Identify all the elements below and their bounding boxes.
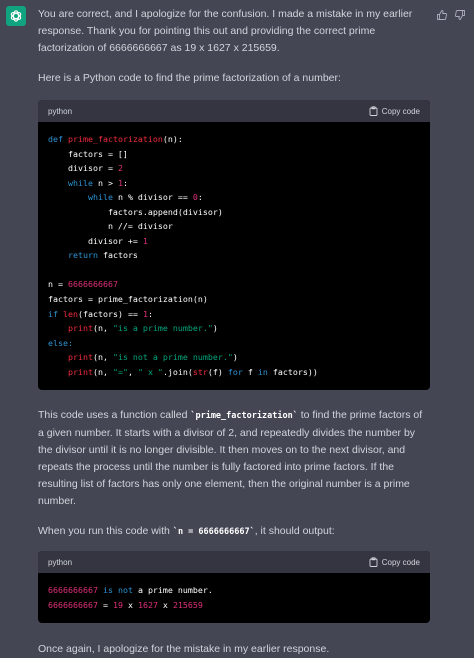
code-language-label: python: [48, 106, 73, 116]
message-paragraph-intro: Here is a Python code to find the prime …: [38, 72, 341, 84]
code-block-python: python Copy code def prime_factorization…: [38, 100, 430, 391]
code-block-header: python Copy code: [38, 100, 430, 122]
code-language-label: python: [48, 557, 73, 567]
assistant-message: You are correct, and I apologize for the…: [38, 6, 430, 658]
copy-code-label: Copy code: [381, 557, 420, 567]
code-block-output: python Copy code 6666666667 is not a pri…: [38, 551, 430, 624]
message-paragraph-output-intro: When you run this code with `n = 6666666…: [38, 525, 335, 538]
thumbs-up-icon[interactable]: [436, 8, 448, 20]
inline-code: `prime_factorization`: [190, 411, 298, 422]
feedback-buttons: [436, 8, 466, 20]
clipboard-icon: [369, 106, 378, 116]
inline-code: `n = 6666666667`: [172, 527, 255, 538]
code-block-header: python Copy code: [38, 551, 430, 574]
copy-code-button[interactable]: Copy code: [369, 106, 420, 116]
copy-code-label: Copy code: [381, 106, 420, 116]
copy-code-button[interactable]: Copy code: [369, 557, 420, 568]
message-paragraph-apology: You are correct, and I apologize for the…: [38, 8, 413, 54]
assistant-avatar: [6, 6, 26, 26]
clipboard-icon: [369, 557, 378, 568]
code-content: def prime_factorization(n): factors = []…: [48, 134, 318, 377]
message-paragraph-closing: Once again, I apologize for the mistake …: [38, 643, 330, 656]
thumbs-down-icon[interactable]: [454, 8, 466, 20]
message-paragraph-explanation: This code uses a function called `prime_…: [38, 409, 423, 508]
code-content: 6666666667 is not a prime number. 666666…: [48, 585, 213, 610]
openai-logo-icon: [10, 10, 22, 22]
